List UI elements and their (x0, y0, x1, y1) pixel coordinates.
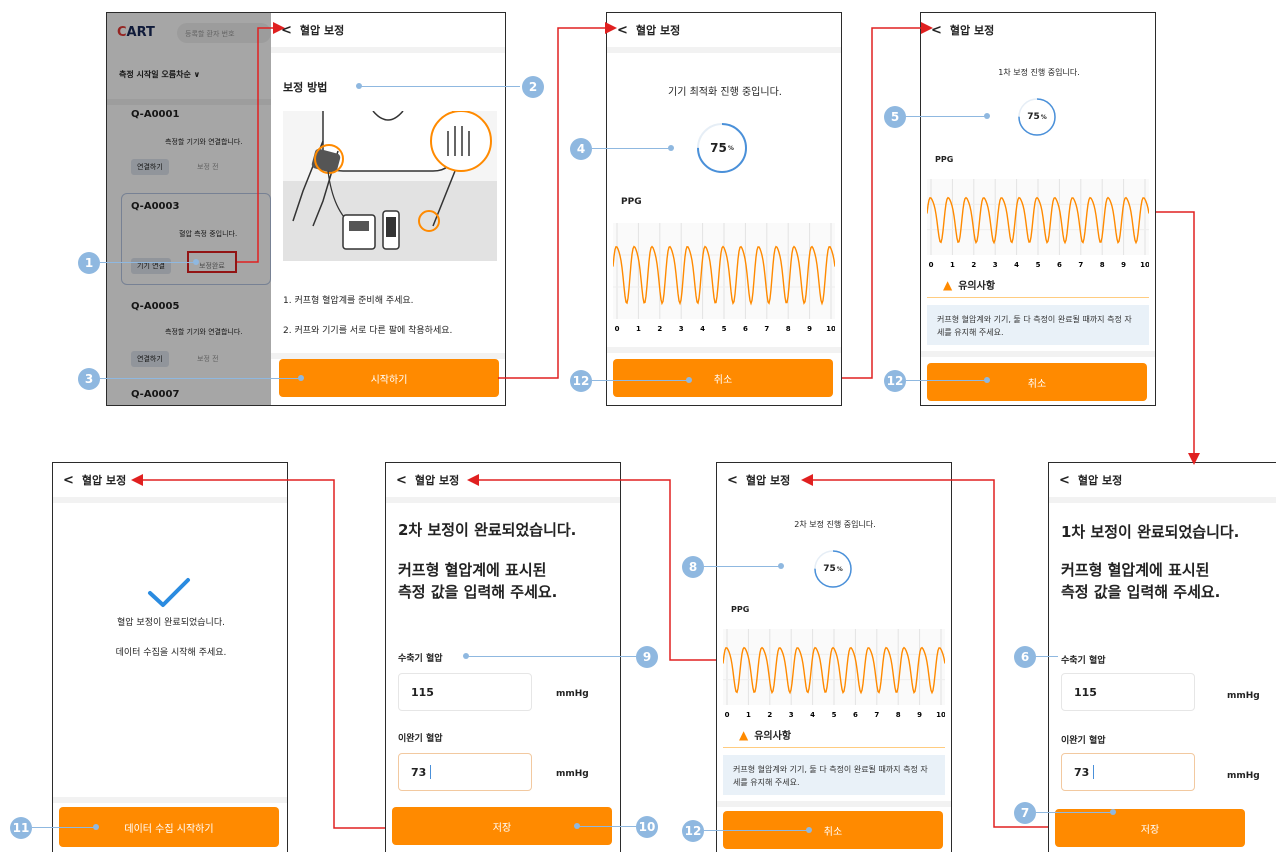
callout-12: 12 (682, 820, 704, 842)
callout-11: 11 (10, 817, 32, 839)
callout-3: 3 (78, 368, 100, 390)
callout-7: 7 (1014, 802, 1036, 824)
callout-1: 1 (78, 252, 100, 274)
callout-10: 10 (636, 816, 658, 838)
callout-8: 8 (682, 556, 704, 578)
flow-arrows (131, 22, 1200, 829)
callout-4: 4 (570, 138, 592, 160)
callout-2: 2 (522, 76, 544, 98)
callout-6: 6 (1014, 646, 1036, 668)
callout-9: 9 (636, 646, 658, 668)
callout-5: 5 (884, 106, 906, 128)
callout-12: 12 (570, 370, 592, 392)
callout-12: 12 (884, 370, 906, 392)
